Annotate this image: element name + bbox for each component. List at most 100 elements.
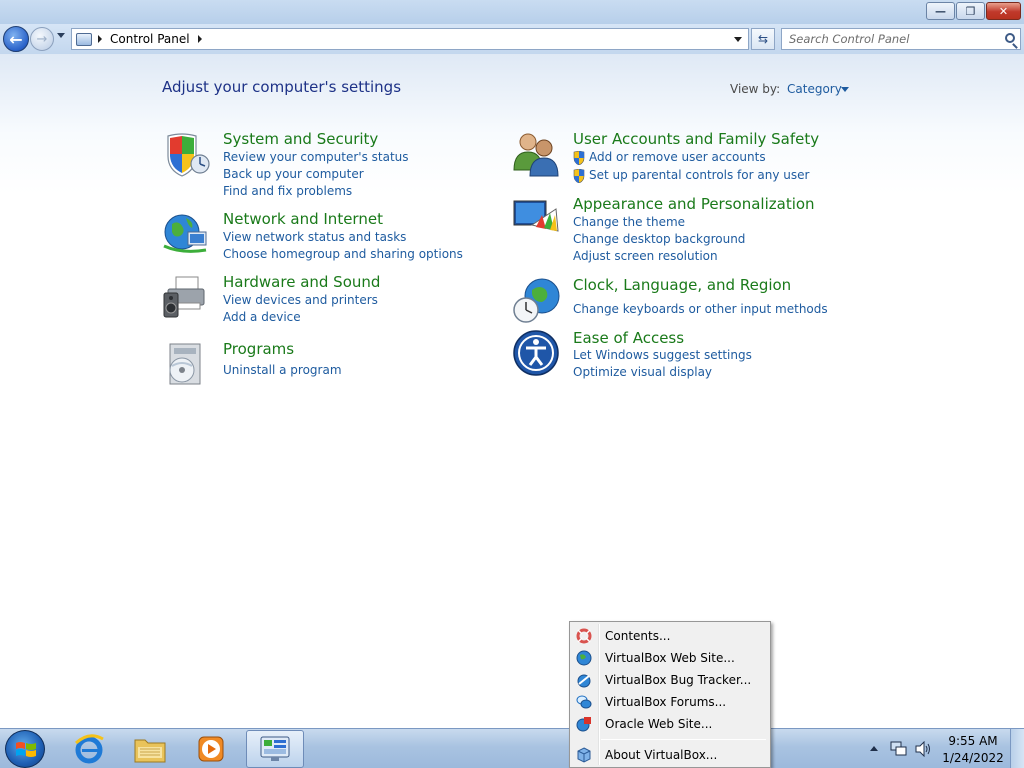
network-globe-icon[interactable] [162, 210, 210, 258]
show-hidden-icons-button[interactable] [870, 746, 878, 751]
globe-icon [576, 650, 592, 666]
category-title[interactable]: Hardware and Sound [223, 273, 380, 291]
taskbar-control-panel[interactable] [246, 730, 304, 768]
address-dropdown-icon[interactable] [734, 37, 742, 42]
link-keyboards[interactable]: Change keyboards or other input methods [573, 302, 828, 316]
breadcrumb-chevron-icon[interactable] [197, 35, 202, 43]
category-network-internet: Network and Internet View network status… [162, 210, 482, 264]
menu-item-label[interactable]: About VirtualBox... [605, 748, 717, 762]
explorer-folder-icon [134, 739, 166, 763]
menu-item-oracle-website[interactable]: Oracle Web Site... [572, 713, 768, 735]
link-back-up[interactable]: Back up your computer [223, 167, 364, 181]
category-programs: Programs Uninstall a program [162, 340, 482, 388]
category-user-accounts: User Accounts and Family Safety Add or r… [512, 130, 832, 184]
internet-explorer-icon [74, 734, 104, 764]
taskbar-media-player[interactable] [182, 730, 240, 768]
volume-icon[interactable] [914, 741, 932, 757]
start-button[interactable] [5, 730, 45, 768]
chevron-down-icon[interactable] [841, 87, 849, 92]
ease-of-access-icon[interactable] [512, 329, 560, 377]
link-visual-display[interactable]: Optimize visual display [573, 365, 712, 379]
refresh-button[interactable]: ⇆ [751, 28, 775, 50]
search-box[interactable] [781, 28, 1021, 50]
link-screen-resolution[interactable]: Adjust screen resolution [573, 249, 718, 263]
category-clock-language: Clock, Language, and Region Change keybo… [512, 276, 832, 324]
search-input[interactable] [782, 29, 997, 49]
link-find-fix[interactable]: Find and fix problems [223, 184, 352, 198]
category-title[interactable]: Network and Internet [223, 210, 383, 228]
monitor-palette-icon[interactable] [512, 195, 560, 243]
navigation-bar: ← → Control Panel ⇆ [0, 24, 1024, 54]
uac-shield-icon [573, 169, 585, 183]
link-uninstall[interactable]: Uninstall a program [223, 363, 342, 377]
close-button[interactable]: ✕ [986, 2, 1021, 20]
back-arrow-icon: ← [9, 29, 23, 49]
category-title[interactable]: Clock, Language, and Region [573, 276, 791, 294]
breadcrumb-control-panel[interactable]: Control Panel [110, 32, 190, 46]
network-tray-icon[interactable] [890, 741, 908, 757]
link-add-remove-users[interactable]: Add or remove user accounts [573, 150, 766, 165]
menu-item-label[interactable]: VirtualBox Forums... [605, 695, 726, 709]
taskbar-windows-explorer[interactable] [121, 730, 179, 768]
programs-disc-icon[interactable] [162, 340, 210, 388]
maximize-button[interactable]: ❐ [956, 2, 985, 20]
virtualbox-help-menu: Contents... VirtualBox Web Site... Virtu… [569, 621, 771, 768]
menu-item-bug-tracker[interactable]: VirtualBox Bug Tracker... [572, 669, 768, 691]
category-hardware-sound: Hardware and Sound View devices and prin… [162, 273, 482, 327]
oracle-icon [576, 717, 591, 732]
shield-icon[interactable] [162, 130, 210, 178]
menu-separator [601, 739, 766, 740]
category-title[interactable]: Programs [223, 340, 294, 358]
breadcrumb-separator-icon[interactable] [98, 35, 102, 43]
menu-item-virtualbox-website[interactable]: VirtualBox Web Site... [572, 647, 768, 669]
link-add-device[interactable]: Add a device [223, 310, 301, 324]
forward-button[interactable]: → [30, 27, 54, 51]
search-icon[interactable] [1005, 33, 1015, 43]
menu-item-about[interactable]: About VirtualBox... [572, 744, 768, 766]
virtualbox-icon [577, 747, 591, 763]
category-title[interactable]: System and Security [223, 130, 378, 148]
link-label[interactable]: Add or remove user accounts [589, 150, 766, 164]
menu-item-label[interactable]: Contents... [605, 629, 670, 643]
menu-item-label[interactable]: Oracle Web Site... [605, 717, 712, 731]
view-by-label: View by: [730, 82, 781, 96]
category-title[interactable]: User Accounts and Family Safety [573, 130, 819, 148]
windows-logo-icon [16, 742, 36, 757]
bug-tracker-icon [577, 674, 591, 688]
link-label[interactable]: Set up parental controls for any user [589, 168, 809, 182]
content-area: Adjust your computer's settings View by:… [0, 54, 1024, 728]
clock-time[interactable]: 9:55 AM [942, 734, 1004, 748]
back-button[interactable]: ← [3, 26, 29, 52]
link-desktop-background[interactable]: Change desktop background [573, 232, 745, 246]
taskbar-internet-explorer[interactable] [60, 730, 118, 768]
taskbar: 9:55 AM 1/24/2022 [0, 728, 1024, 768]
category-appearance: Appearance and Personalization Change th… [512, 195, 832, 265]
menu-item-label[interactable]: VirtualBox Bug Tracker... [605, 673, 751, 687]
link-change-theme[interactable]: Change the theme [573, 215, 685, 229]
link-parental-controls[interactable]: Set up parental controls for any user [573, 168, 809, 183]
control-panel-icon [76, 32, 92, 46]
category-title[interactable]: Appearance and Personalization [573, 195, 815, 213]
category-system-security: System and Security Review your computer… [162, 130, 482, 200]
link-devices-printers[interactable]: View devices and printers [223, 293, 378, 307]
uac-shield-icon [573, 151, 585, 165]
menu-item-forums[interactable]: VirtualBox Forums... [572, 691, 768, 713]
link-homegroup[interactable]: Choose homegroup and sharing options [223, 247, 463, 261]
minimize-button[interactable]: — [926, 2, 955, 20]
category-title[interactable]: Ease of Access [573, 329, 684, 347]
address-bar[interactable]: Control Panel [71, 28, 749, 50]
printer-speaker-icon[interactable] [162, 273, 210, 321]
link-suggest-settings[interactable]: Let Windows suggest settings [573, 348, 752, 362]
menu-item-contents[interactable]: Contents... [572, 625, 768, 647]
forums-icon [576, 695, 592, 709]
link-network-status[interactable]: View network status and tasks [223, 230, 406, 244]
show-desktop-button[interactable] [1010, 729, 1024, 768]
link-review-status[interactable]: Review your computer's status [223, 150, 409, 164]
clock-date[interactable]: 1/24/2022 [942, 751, 1004, 765]
recent-pages-dropdown[interactable] [57, 33, 65, 38]
view-by-dropdown[interactable]: Category [787, 82, 842, 96]
clock-globe-icon[interactable] [512, 276, 560, 324]
menu-item-label[interactable]: VirtualBox Web Site... [605, 651, 735, 665]
refresh-icon: ⇆ [757, 32, 769, 46]
users-icon[interactable] [512, 130, 560, 178]
